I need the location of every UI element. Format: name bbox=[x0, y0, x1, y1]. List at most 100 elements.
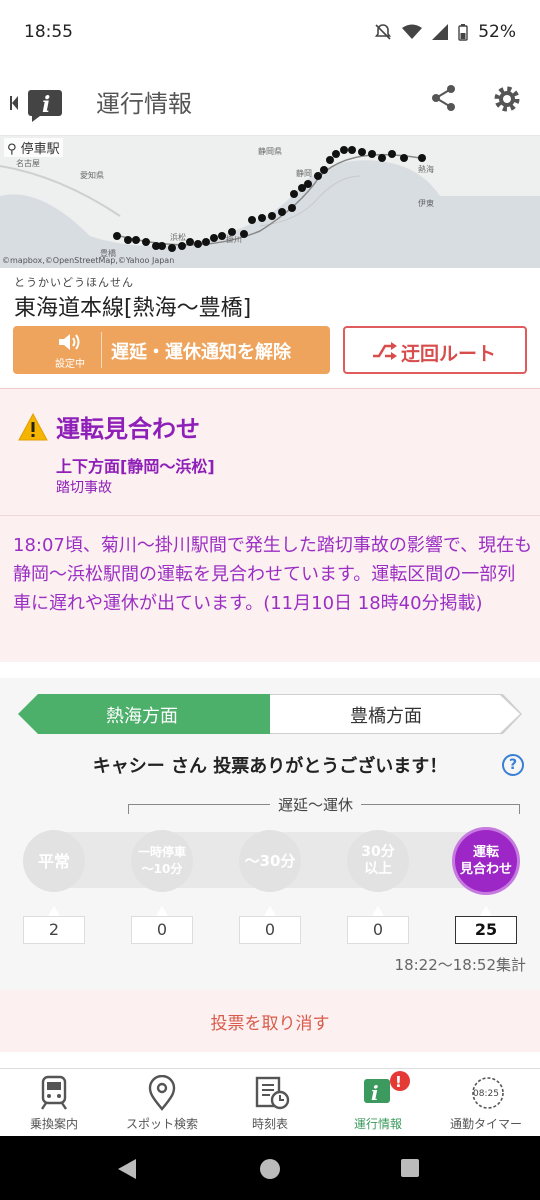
line-name: 東海道本線[熱海〜豊橋] bbox=[14, 296, 252, 321]
vote-count: 0 bbox=[239, 916, 301, 944]
tab-atami[interactable]: 熱海方面 bbox=[18, 694, 270, 734]
alert-message: 18:07頃、菊川〜掛川駅間で発生した踏切事故の影響で、現在も静岡〜浜松駅間の運… bbox=[13, 535, 533, 614]
timetable-icon bbox=[255, 1076, 290, 1110]
vote-option-label: 一時停車 〜10分 bbox=[137, 845, 186, 876]
count-caret bbox=[156, 906, 168, 916]
nav-label: スポット検索 bbox=[125, 1117, 198, 1131]
alert-cause: 踏切事故 bbox=[56, 480, 112, 496]
notify-label: 遅延・運休通知を解除 bbox=[111, 342, 291, 363]
congestion-vote: 熱海方面 豊橋方面 キャシー さん 投票ありがとうございます！ ? 遅延〜運休 … bbox=[0, 678, 540, 990]
status-time: 18:55 bbox=[24, 22, 73, 42]
vote-count: 0 bbox=[347, 916, 409, 944]
alert-direction: 上下方面[静岡〜浜松] bbox=[56, 457, 215, 476]
vote-option-suspended[interactable]: 運転 見合わせ bbox=[455, 830, 517, 892]
map-graphic: 名古屋 愛知県 静岡県 静岡 浜松 掛川 熱海 伊東 豊橋 bbox=[0, 136, 540, 268]
tab-toyohashi[interactable]: 豊橋方面 bbox=[270, 695, 520, 733]
nav-label: 通勤タイマー bbox=[449, 1117, 522, 1131]
nav-label: 時刻表 bbox=[251, 1117, 288, 1131]
map-legend: ⚲ 停車駅 bbox=[4, 138, 63, 157]
pin-icon bbox=[148, 1075, 176, 1111]
train-icon bbox=[41, 1075, 67, 1110]
count-caret bbox=[372, 906, 384, 916]
app-logo-icon: i bbox=[10, 90, 62, 122]
signal-icon bbox=[432, 24, 449, 40]
tab-atami-label: 熱海方面 bbox=[106, 706, 178, 727]
map-legend-label: 停車駅 bbox=[20, 142, 60, 157]
notify-sub-label: 設定中 bbox=[55, 359, 85, 370]
map-place-label: 掛川 bbox=[226, 234, 242, 244]
cancel-notification-button[interactable]: 設定中 遅延・運休通知を解除 bbox=[13, 326, 330, 374]
detour-label: 迂回ルート bbox=[401, 343, 497, 365]
app-bar: i 運行情報 bbox=[0, 64, 540, 136]
cancel-vote-button[interactable]: 投票を取り消す bbox=[0, 990, 540, 1052]
vote-option-normal[interactable]: 平常 bbox=[23, 830, 85, 892]
nav-spot-search[interactable]: スポット検索 bbox=[108, 1069, 216, 1137]
vote-count: 0 bbox=[131, 916, 193, 944]
vote-option-label: 〜30分 bbox=[244, 851, 296, 870]
button-divider bbox=[101, 332, 102, 368]
vote-option-label: 平常 bbox=[37, 851, 70, 871]
battery-percent: 52% bbox=[478, 22, 516, 42]
warning-icon bbox=[18, 413, 48, 441]
map-place-label: 伊東 bbox=[418, 198, 434, 208]
wifi-icon bbox=[402, 24, 423, 39]
share-button[interactable] bbox=[430, 84, 458, 116]
map-place-label: 静岡 bbox=[296, 168, 312, 178]
service-alert: 運転見合わせ 上下方面[静岡〜浜松] 踏切事故 18:07頃、菊川〜掛川駅間で発… bbox=[0, 388, 540, 662]
nav-timetable[interactable]: 時刻表 bbox=[216, 1069, 324, 1137]
detour-icon bbox=[373, 342, 397, 360]
svg-text:i: i bbox=[371, 1081, 379, 1105]
map-place-label: 名古屋 bbox=[16, 158, 40, 168]
vote-option-over-30[interactable]: 30分 以上 bbox=[347, 830, 409, 892]
tab-toyohashi-label: 豊橋方面 bbox=[350, 706, 422, 727]
vote-option-under-10[interactable]: 一時停車 〜10分 bbox=[131, 830, 193, 892]
alert-status: 運転見合わせ bbox=[56, 415, 200, 443]
vote-option-label: 運転 見合わせ bbox=[459, 845, 512, 877]
cancel-vote-label: 投票を取り消す bbox=[210, 1014, 330, 1034]
system-nav-bar bbox=[0, 1136, 540, 1200]
timer-text: 08:25 bbox=[473, 1089, 499, 1099]
direction-tabs: 熱海方面 豊橋方面 bbox=[18, 694, 522, 734]
share-icon bbox=[432, 85, 455, 111]
vote-count: 2 bbox=[23, 916, 85, 944]
nav-label: 運行情報 bbox=[353, 1117, 402, 1131]
divider bbox=[0, 515, 540, 516]
nav-badge: ! bbox=[395, 1073, 402, 1091]
recents-square-icon[interactable] bbox=[400, 1158, 420, 1178]
count-caret bbox=[264, 906, 276, 916]
info-icon: i bbox=[364, 1071, 410, 1105]
notification-setting: 設定中 bbox=[55, 332, 85, 370]
route-map[interactable]: 名古屋 愛知県 静岡県 静岡 浜松 掛川 熱海 伊東 豊橋 ⚲ 停車駅 ©map… bbox=[0, 136, 540, 268]
mute-notifications-icon bbox=[375, 24, 392, 40]
nav-label: 乗換案内 bbox=[29, 1117, 78, 1131]
battery-icon bbox=[458, 23, 468, 41]
back-button[interactable]: i bbox=[10, 86, 66, 126]
line-info: とうかいどうほんせん 東海道本線[熱海〜豊橋] 設定中 遅延・運休通知を解除 迂… bbox=[0, 268, 540, 388]
vote-option-label: 30分 以上 bbox=[361, 844, 395, 877]
nav-commute-timer[interactable]: 08:25 通勤タイマー bbox=[432, 1069, 540, 1137]
map-place-label: 静岡県 bbox=[258, 146, 282, 156]
svg-text:i: i bbox=[42, 92, 50, 118]
gear-icon bbox=[494, 86, 520, 112]
count-caret bbox=[480, 906, 492, 916]
map-place-label: 浜松 bbox=[170, 232, 186, 242]
back-triangle-icon[interactable] bbox=[116, 1158, 138, 1180]
home-circle-icon[interactable] bbox=[259, 1158, 281, 1180]
vote-option-under-30[interactable]: 〜30分 bbox=[239, 830, 301, 892]
vote-period: 18:22〜18:52集計 bbox=[394, 956, 526, 974]
vote-count-selected: 25 bbox=[455, 916, 517, 944]
settings-button[interactable] bbox=[492, 84, 522, 118]
nav-transit[interactable]: 乗換案内 bbox=[0, 1069, 108, 1137]
nav-service-info[interactable]: i ! 運行情報 bbox=[324, 1069, 432, 1137]
map-place-label: 愛知県 bbox=[80, 170, 104, 180]
map-credit: ©mapbox,©OpenStreetMap,©Yahoo Japan bbox=[2, 256, 175, 265]
help-button[interactable]: ? bbox=[502, 754, 524, 776]
count-caret bbox=[48, 906, 60, 916]
vote-thanks: キャシー さん 投票ありがとうございます！ bbox=[92, 756, 448, 777]
speaker-icon bbox=[59, 334, 80, 350]
line-ruby: とうかいどうほんせん bbox=[14, 276, 134, 289]
page-title: 運行情報 bbox=[96, 90, 192, 118]
range-label: 遅延〜運休 bbox=[270, 794, 362, 815]
detour-route-button[interactable]: 迂回ルート bbox=[343, 326, 527, 374]
map-place-label: 熱海 bbox=[418, 164, 434, 174]
